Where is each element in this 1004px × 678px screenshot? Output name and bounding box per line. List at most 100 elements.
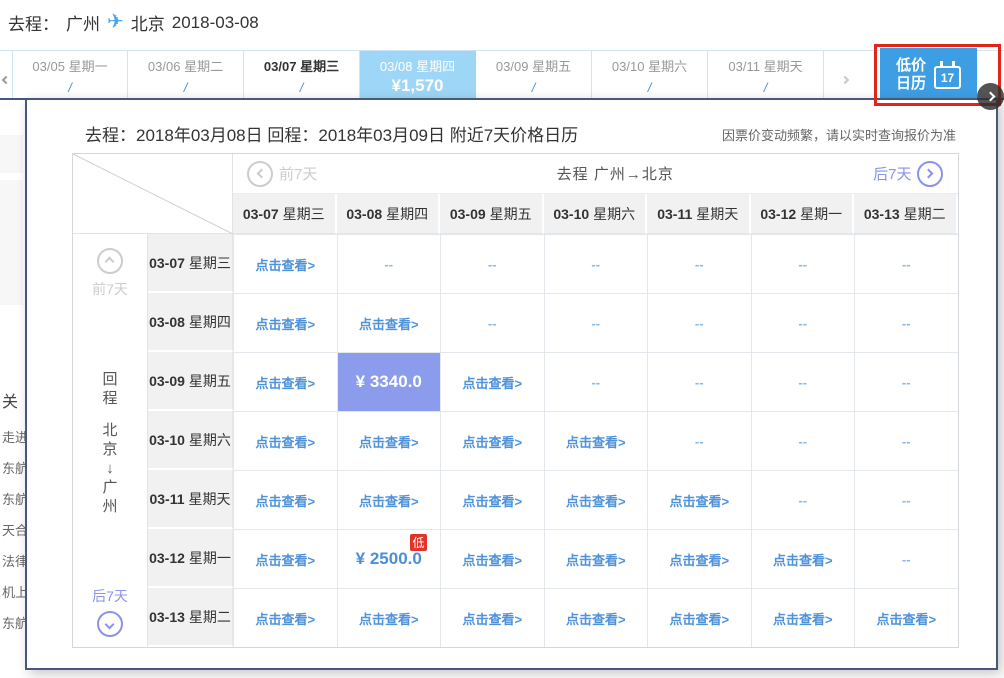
view-fare-link[interactable]: 点击查看> bbox=[462, 609, 522, 628]
no-fare-placeholder: -- bbox=[695, 257, 704, 272]
fare-cell-03-08-out-03-10-ret[interactable]: 点击查看> bbox=[337, 411, 441, 470]
low-price-badge: 低 bbox=[410, 534, 427, 551]
view-fare-link[interactable]: 点击查看> bbox=[566, 432, 626, 451]
no-fare-placeholder: -- bbox=[384, 257, 393, 272]
column-header-03-09: 03-09星期五 bbox=[440, 194, 544, 234]
fare-cell-03-08-out-03-09-ret[interactable]: ¥ 3340.0 bbox=[337, 352, 441, 411]
view-fare-link[interactable]: 点击查看> bbox=[359, 432, 419, 451]
fare-cell-03-08-out-03-12-ret[interactable]: 低¥ 2500.0 bbox=[337, 529, 441, 588]
view-fare-link[interactable]: 点击查看> bbox=[773, 550, 833, 569]
fare-cell-03-08-out-03-11-ret[interactable]: 点击查看> bbox=[337, 470, 441, 529]
background-link-fragment: 东航 bbox=[2, 613, 25, 632]
fare-cell-03-11-out-03-12-ret[interactable]: 点击查看> bbox=[647, 529, 751, 588]
row-header-03-07: 03-07星期三 bbox=[148, 234, 233, 293]
fare-cell-03-07-out-03-08-ret[interactable]: 点击查看> bbox=[233, 293, 337, 352]
view-fare-link[interactable]: 点击查看> bbox=[255, 373, 315, 392]
row-header-03-12: 03-12星期一 bbox=[148, 529, 233, 588]
fare-cell-03-11-out-03-13-ret[interactable]: 点击查看> bbox=[647, 588, 751, 647]
view-fare-link[interactable]: 点击查看> bbox=[359, 609, 419, 628]
no-fare-placeholder: -- bbox=[902, 552, 911, 567]
fare-cell-03-07-out-03-11-ret[interactable]: 点击查看> bbox=[233, 470, 337, 529]
column-header-03-11: 03-11星期天 bbox=[647, 194, 751, 234]
fare-cell-03-09-out-03-10-ret[interactable]: 点击查看> bbox=[440, 411, 544, 470]
fare-cell-03-12-out-03-13-ret[interactable]: 点击查看> bbox=[751, 588, 855, 647]
column-header-03-12: 03-12星期一 bbox=[751, 194, 855, 234]
background-link-fragment: 法律 bbox=[2, 551, 25, 570]
tab-price-label: / bbox=[592, 80, 707, 95]
tabs-scroll-right-icon[interactable] bbox=[842, 70, 848, 88]
tab-date-label: 03/06 星期二 bbox=[128, 56, 243, 75]
chevron-left-circle-icon bbox=[247, 161, 273, 187]
view-fare-link[interactable]: 点击查看> bbox=[669, 491, 729, 510]
fare-cell-03-11-out-03-11-ret[interactable]: 点击查看> bbox=[647, 470, 751, 529]
fare-cell-03-07-out-03-12-ret[interactable]: 点击查看> bbox=[233, 529, 337, 588]
date-tab-03-09[interactable]: 03/09 星期五/ bbox=[476, 51, 592, 98]
fare-cell-03-07-out-03-09-ret[interactable]: 点击查看> bbox=[233, 352, 337, 411]
view-fare-link[interactable]: 点击查看> bbox=[462, 373, 522, 392]
view-fare-link[interactable]: 点击查看> bbox=[255, 314, 315, 333]
fare-cell-03-10-out-03-12-ret[interactable]: 点击查看> bbox=[544, 529, 648, 588]
price-calendar-modal: 去程：2018年03月08日 回程：2018年03月09日 附近7天价格日历 因… bbox=[25, 98, 998, 670]
view-fare-link[interactable]: 点击查看> bbox=[255, 609, 315, 628]
fare-cell-03-12-out-03-11-ret: -- bbox=[751, 470, 855, 529]
fare-cell-03-08-out-03-13-ret[interactable]: 点击查看> bbox=[337, 588, 441, 647]
column-header-03-08: 03-08星期四 bbox=[337, 194, 441, 234]
date-tab-03-06[interactable]: 03/06 星期二/ bbox=[128, 51, 244, 98]
row-header-03-10: 03-10星期六 bbox=[148, 411, 233, 470]
view-fare-link[interactable]: 点击查看> bbox=[359, 314, 419, 333]
view-fare-link[interactable]: 点击查看> bbox=[566, 491, 626, 510]
fare-cell-03-12-out-03-08-ret: -- bbox=[751, 293, 855, 352]
tabs-scroll-left-icon[interactable] bbox=[3, 70, 9, 88]
view-fare-link[interactable]: 点击查看> bbox=[255, 432, 315, 451]
fare-cell-03-07-out-03-13-ret[interactable]: 点击查看> bbox=[233, 588, 337, 647]
view-fare-link[interactable]: 点击查看> bbox=[359, 491, 419, 510]
low-price-calendar-button[interactable]: 低价 日历 17 bbox=[880, 48, 977, 102]
view-fare-link[interactable]: 点击查看> bbox=[255, 491, 315, 510]
no-fare-placeholder: -- bbox=[488, 257, 497, 272]
view-fare-link[interactable]: 点击查看> bbox=[462, 491, 522, 510]
view-fare-link[interactable]: 点击查看> bbox=[876, 609, 936, 628]
background-link-fragment: 东航 bbox=[2, 458, 25, 477]
fare-cell-03-09-out-03-11-ret[interactable]: 点击查看> bbox=[440, 470, 544, 529]
outbound-next7-button[interactable]: 后7天 bbox=[873, 161, 943, 187]
fare-cell-03-12-out-03-12-ret[interactable]: 点击查看> bbox=[751, 529, 855, 588]
fare-cell-03-07-out-03-10-ret[interactable]: 点击查看> bbox=[233, 411, 337, 470]
row-header-03-13: 03-13星期二 bbox=[148, 588, 233, 647]
date-tab-03-08[interactable]: 03/08 星期四¥1,570 bbox=[360, 51, 476, 98]
return-next7-button[interactable]: 后7天 bbox=[92, 586, 128, 637]
date-tab-03-10[interactable]: 03/10 星期六/ bbox=[592, 51, 708, 98]
no-fare-placeholder: -- bbox=[902, 375, 911, 390]
no-fare-placeholder: -- bbox=[591, 257, 600, 272]
no-fare-placeholder: -- bbox=[591, 316, 600, 331]
view-fare-link[interactable]: 点击查看> bbox=[669, 609, 729, 628]
return-prev7-button[interactable]: 前7天 bbox=[92, 248, 128, 299]
date-tab-03-11[interactable]: 03/11 星期天/ bbox=[708, 51, 824, 98]
view-fare-link[interactable]: 点击查看> bbox=[462, 550, 522, 569]
view-fare-link[interactable]: 点击查看> bbox=[462, 432, 522, 451]
fare-cell-03-08-out-03-08-ret[interactable]: 点击查看> bbox=[337, 293, 441, 352]
outbound-nav-header: 前7天 去程 广州→北京 后7天 bbox=[233, 154, 958, 194]
fare-cell-03-07-out-03-07-ret[interactable]: 点击查看> bbox=[233, 234, 337, 293]
fare-cell-03-10-out-03-13-ret[interactable]: 点击查看> bbox=[544, 588, 648, 647]
tab-date-label: 03/09 星期五 bbox=[476, 56, 591, 75]
fare-cell-03-10-out-03-11-ret[interactable]: 点击查看> bbox=[544, 470, 648, 529]
panel-collapse-arrow-button[interactable] bbox=[977, 83, 1004, 110]
no-fare-placeholder: -- bbox=[591, 375, 600, 390]
outbound-prev7-button[interactable]: 前7天 bbox=[247, 161, 317, 187]
row-header-03-08: 03-08星期四 bbox=[148, 293, 233, 352]
fare-cell-03-13-out-03-13-ret[interactable]: 点击查看> bbox=[854, 588, 958, 647]
view-fare-link[interactable]: 点击查看> bbox=[566, 609, 626, 628]
fare-cell-03-09-out-03-12-ret[interactable]: 点击查看> bbox=[440, 529, 544, 588]
view-fare-link[interactable]: 点击查看> bbox=[773, 609, 833, 628]
fare-cell-03-10-out-03-10-ret[interactable]: 点击查看> bbox=[544, 411, 648, 470]
date-tab-03-07[interactable]: 03/07 星期三/ bbox=[244, 51, 360, 98]
column-header-03-13: 03-13星期二 bbox=[854, 194, 958, 234]
view-fare-link[interactable]: 点击查看> bbox=[669, 550, 729, 569]
view-fare-link[interactable]: 点击查看> bbox=[255, 255, 315, 274]
fare-cell-03-09-out-03-13-ret[interactable]: 点击查看> bbox=[440, 588, 544, 647]
view-fare-link[interactable]: 点击查看> bbox=[255, 550, 315, 569]
fare-cell-03-09-out-03-09-ret[interactable]: 点击查看> bbox=[440, 352, 544, 411]
fare-cell-03-12-out-03-10-ret: -- bbox=[751, 411, 855, 470]
view-fare-link[interactable]: 点击查看> bbox=[566, 550, 626, 569]
date-tab-03-05[interactable]: 03/05 星期一/ bbox=[12, 51, 128, 98]
